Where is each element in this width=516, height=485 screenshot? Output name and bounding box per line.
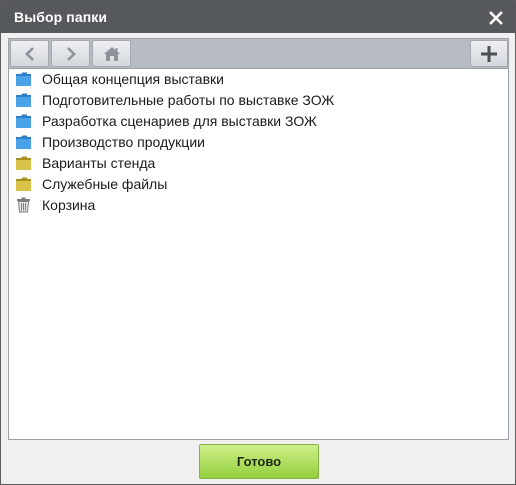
folder-yellow-icon [16, 156, 31, 170]
list-item[interactable]: Разработка сценариев для выставки ЗОЖ [9, 111, 508, 132]
list-item-label: Корзина [42, 197, 96, 213]
folder-blue-icon [16, 114, 31, 128]
list-item-label: Подготовительные работы по выставке ЗОЖ [42, 92, 335, 108]
close-button[interactable] [487, 7, 505, 27]
list-item-label: Общая концепция выставки [42, 71, 224, 87]
folder-blue-icon [16, 72, 31, 86]
folder-picker-dialog: Выбор папки Общая концепция выставки Под… [0, 0, 516, 485]
list-item[interactable]: Корзина [9, 195, 508, 216]
folder-blue-icon [16, 135, 31, 149]
list-item[interactable]: Подготовительные работы по выставке ЗОЖ [9, 90, 508, 111]
list-item-label: Варианты стенда [42, 155, 156, 171]
list-item[interactable]: Варианты стенда [9, 153, 508, 174]
close-icon [489, 11, 503, 25]
back-button[interactable] [10, 40, 49, 67]
add-folder-button[interactable] [470, 40, 508, 67]
folder-list: Общая концепция выставки Подготовительны… [8, 68, 509, 440]
trash-icon [17, 197, 30, 213]
forward-button[interactable] [51, 40, 90, 67]
titlebar: Выбор папки [1, 1, 515, 33]
folder-yellow-icon [16, 177, 31, 191]
folder-blue-icon [16, 93, 31, 107]
toolbar [8, 38, 509, 68]
list-item-label: Разработка сценариев для выставки ЗОЖ [42, 113, 317, 129]
done-button[interactable]: Готово [199, 444, 319, 479]
home-button[interactable] [92, 40, 131, 67]
chevron-left-icon [24, 46, 34, 61]
dialog-title: Выбор папки [14, 9, 108, 25]
list-item-label: Производство продукции [42, 134, 205, 150]
list-item[interactable]: Общая концепция выставки [9, 69, 508, 90]
chevron-right-icon [66, 46, 76, 61]
list-item[interactable]: Производство продукции [9, 132, 508, 153]
list-item-label: Служебные файлы [42, 176, 168, 192]
home-icon [103, 46, 120, 61]
list-item[interactable]: Служебные файлы [9, 174, 508, 195]
plus-icon [481, 45, 497, 62]
